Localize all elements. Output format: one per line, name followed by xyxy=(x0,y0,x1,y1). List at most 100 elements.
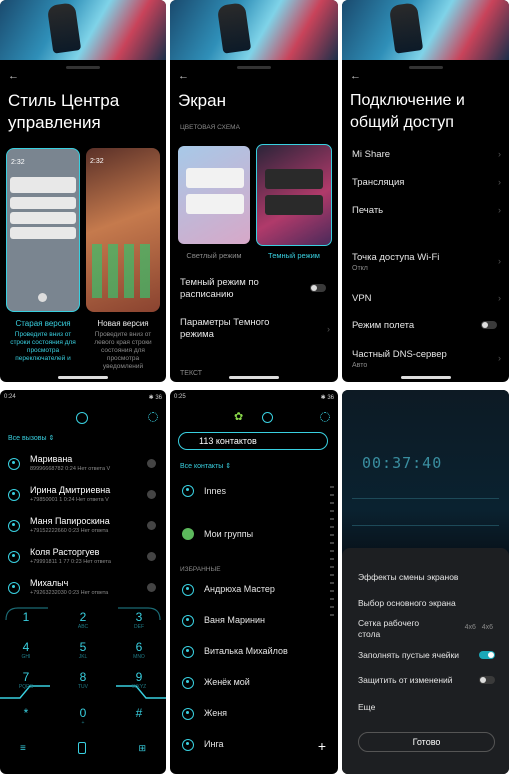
done-button[interactable]: Готово xyxy=(358,732,495,752)
dialpad-grid-icon[interactable]: ⊞ xyxy=(138,743,146,754)
list-item[interactable]: Мои группы xyxy=(170,524,338,554)
table-row[interactable]: Ирина Дмитриевна +79850001 1 0:24 Нет отв… xyxy=(0,483,166,513)
call-button-icon[interactable] xyxy=(78,742,86,754)
contact-filter-dropdown[interactable]: Все контакты ⇕ xyxy=(180,462,231,470)
panel-home-screen-settings: 00:37:40 Эффекты смены экранов Выбор осн… xyxy=(342,390,509,774)
call-detail: +79263232030 0:23 Нет ответа xyxy=(30,590,109,596)
contact-name: Женя xyxy=(204,708,228,718)
list-item[interactable]: Женёк мой xyxy=(170,669,338,699)
menu-item-cast[interactable]: Трансляция xyxy=(352,177,404,188)
option-new-preview[interactable]: 2:32 xyxy=(86,148,160,312)
fill-empty-cells-toggle[interactable] xyxy=(479,651,495,659)
dark-schedule-toggle[interactable] xyxy=(310,284,326,292)
caller-name: Маня Папироскина xyxy=(30,516,110,526)
screen-effects-option[interactable]: Эффекты смены экранов xyxy=(358,572,458,582)
back-arrow-icon[interactable]: ← xyxy=(350,70,361,82)
airplane-mode-toggle[interactable] xyxy=(481,321,497,329)
settings-gear-icon[interactable] xyxy=(148,412,158,422)
dark-settings-label[interactable]: Параметры Темного режима xyxy=(180,317,300,341)
avatar-icon xyxy=(182,485,194,497)
avatar-icon xyxy=(182,708,194,720)
nav-menu-icon[interactable]: ≡ xyxy=(20,743,26,754)
alphabet-index[interactable] xyxy=(330,486,334,616)
list-item[interactable]: Виталька Михайлов xyxy=(170,638,338,668)
dialpad-key[interactable]: 3 DEF xyxy=(127,610,151,630)
contact-name: Женёк мой xyxy=(204,677,250,687)
section-header-text: ТЕКСТ xyxy=(180,370,203,377)
back-arrow-icon[interactable]: ← xyxy=(8,70,19,82)
list-item[interactable]: Андрюха Мастер xyxy=(170,576,338,606)
menu-item-vpn[interactable]: VPN xyxy=(352,293,372,304)
contact-search-box[interactable]: 113 контактов xyxy=(178,432,328,450)
preview-card xyxy=(186,168,244,188)
contact-name: Виталька Михайлов xyxy=(204,646,288,656)
clock-widget: 00:37:40 xyxy=(362,454,443,472)
menu-item-hotspot[interactable]: Точка доступа Wi-Fi xyxy=(352,252,439,263)
chevron-right-icon: › xyxy=(498,353,501,363)
list-item[interactable]: Женя xyxy=(170,700,338,730)
preview-handle xyxy=(38,293,47,302)
key-digit: * xyxy=(23,706,29,720)
key-digit: 5 xyxy=(79,640,87,654)
call-info-icon[interactable] xyxy=(147,552,156,561)
settings-gear-icon[interactable] xyxy=(320,412,330,422)
dialpad-key[interactable]: 9 WXYZ xyxy=(127,670,151,690)
contact-count: 113 контактов xyxy=(199,436,257,446)
lock-layout-toggle[interactable] xyxy=(479,676,495,684)
dialpad-key[interactable]: 7 PQRS xyxy=(14,670,38,690)
option-new-desc: Проведите вниз от левого края строки сос… xyxy=(94,331,152,370)
contact-filter-label: Все контакты xyxy=(180,463,224,470)
dialpad-key[interactable]: 2 ABC xyxy=(71,610,95,630)
contact-name: Андрюха Мастер xyxy=(204,584,275,594)
grid-option-values[interactable]: 4x6 4x6 xyxy=(465,624,493,631)
dialpad: 1 2 ABC 3 DEF 4 GHI 5 JKL 6 MNO 7 PQRS 8 TUV 9 WXYZ * 0 + # xyxy=(0,602,166,752)
light-mode-preview[interactable] xyxy=(178,146,250,244)
menu-item-print[interactable]: Печать xyxy=(352,205,383,216)
preview-tile xyxy=(10,177,76,193)
call-info-icon[interactable] xyxy=(147,521,156,530)
panel-display: ← Экран ЦВЕТОВАЯ СХЕМА Светлый режим Тем… xyxy=(170,0,338,382)
list-item[interactable]: Innes xyxy=(170,480,338,510)
list-item[interactable]: Ваня Маринин xyxy=(170,607,338,637)
menu-item-private-dns[interactable]: Частный DNS-сервер xyxy=(352,349,447,360)
more-option[interactable]: Еще xyxy=(358,702,375,712)
preview-tile xyxy=(10,212,76,224)
call-info-icon[interactable] xyxy=(147,490,156,499)
avatar-icon xyxy=(8,458,20,470)
caller-name: Маривана xyxy=(30,454,73,464)
dialpad-key[interactable]: 6 MNO xyxy=(127,640,151,660)
avatar-icon xyxy=(182,646,194,658)
dialpad-key[interactable]: 5 JKL xyxy=(71,640,95,660)
back-arrow-icon[interactable]: ← xyxy=(178,70,189,82)
dialpad-key[interactable]: 1 xyxy=(14,610,38,624)
dialpad-key[interactable]: 4 GHI xyxy=(14,640,38,660)
contacts-tab-icon[interactable] xyxy=(262,412,273,423)
dialpad-key[interactable]: 0 + xyxy=(71,706,95,726)
main-screen-option[interactable]: Выбор основного экрана xyxy=(358,598,456,608)
avatar-icon xyxy=(182,677,194,689)
add-contact-icon[interactable]: + xyxy=(318,738,326,754)
call-info-icon[interactable] xyxy=(147,459,156,468)
dialpad-key[interactable]: # xyxy=(127,706,151,720)
list-item[interactable]: Инга xyxy=(170,731,338,761)
key-letters: ABC xyxy=(77,624,89,630)
key-digit: 9 xyxy=(135,670,143,684)
table-row[interactable]: Маривана 89996668782 0:24 Нет ответа V xyxy=(0,452,166,482)
dialpad-key[interactable]: * xyxy=(14,706,38,720)
call-detail: +79152222660 0:23 Нет ответа xyxy=(30,528,109,534)
dialpad-tab-icon[interactable] xyxy=(76,412,88,424)
table-row[interactable]: Маня Папироскина +79152222660 0:23 Нет от… xyxy=(0,514,166,544)
call-info-icon[interactable] xyxy=(147,583,156,592)
key-digit: 6 xyxy=(135,640,143,654)
avatar-icon xyxy=(8,551,20,563)
dark-mode-preview[interactable] xyxy=(256,144,332,246)
table-row[interactable]: Коля Расторгуев +79991811 1 77 0:23 Нет о… xyxy=(0,545,166,575)
option-old-preview[interactable]: 2:32 xyxy=(6,148,80,312)
dialer-tab-icon[interactable]: ✿ xyxy=(234,410,248,424)
dialpad-key[interactable]: 8 TUV xyxy=(71,670,95,690)
home-indicator xyxy=(229,376,279,379)
page-title: Экран xyxy=(178,91,226,110)
avatar-icon xyxy=(8,489,20,501)
menu-item-mi-share[interactable]: Mi Share xyxy=(352,149,390,160)
call-filter-dropdown[interactable]: Все вызовы ⇕ xyxy=(8,434,54,442)
